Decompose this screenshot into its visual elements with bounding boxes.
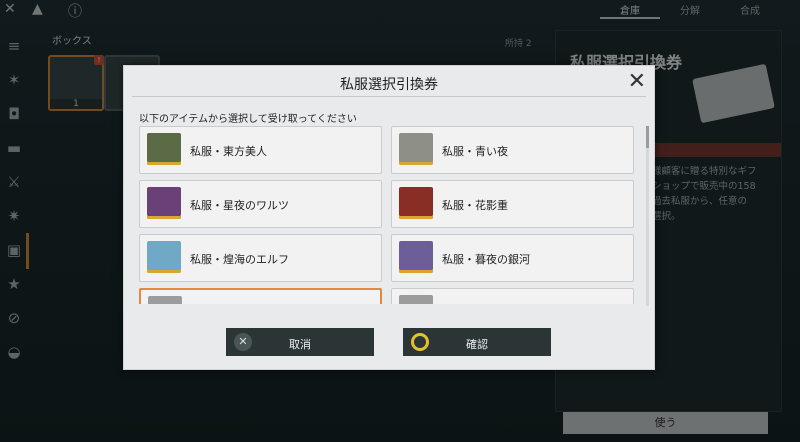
- item-label: 私服・星夜のワルツ: [190, 199, 289, 212]
- scrollbar-thumb[interactable]: [646, 126, 649, 148]
- list-item[interactable]: [391, 288, 634, 304]
- item-label: 私服・煌海のエルフ: [190, 253, 289, 266]
- list-item[interactable]: 私服・星夜のワルツ: [139, 180, 382, 228]
- item-thumbnail: [399, 133, 433, 165]
- item-label: 私服・暮夜の銀河: [442, 253, 530, 266]
- list-item[interactable]: 私服・青い夜: [391, 126, 634, 174]
- item-label: 私服・東方美人: [190, 145, 267, 158]
- item-thumbnail: [147, 187, 181, 219]
- confirm-button[interactable]: 確認: [403, 328, 551, 356]
- confirm-label: 確認: [466, 338, 488, 351]
- item-label: 私服・青い夜: [442, 145, 508, 158]
- item-thumbnail: [399, 295, 433, 304]
- list-item[interactable]: 私服・暮夜の銀河: [391, 234, 634, 282]
- item-thumbnail: [147, 133, 181, 165]
- item-thumbnail: [148, 296, 182, 304]
- list-item[interactable]: 私服・東方美人: [139, 126, 382, 174]
- dialog-title: 私服選択引換券: [340, 77, 438, 93]
- item-thumbnail: [399, 241, 433, 273]
- item-label: 私服・花影重: [442, 199, 508, 212]
- selection-dialog: 私服選択引換券 ✕ 以下のアイテムから選択して受け取ってください 私服・東方美人…: [123, 65, 655, 370]
- item-list: 私服・東方美人 私服・青い夜 私服・星夜のワルツ 私服・花影重 私服・煌海のエル…: [139, 124, 639, 304]
- cancel-label: 取消: [289, 338, 311, 351]
- item-thumbnail: [147, 241, 181, 273]
- list-item-selected[interactable]: [139, 288, 382, 304]
- close-icon[interactable]: ✕: [628, 69, 646, 94]
- scrollbar-track[interactable]: [646, 126, 649, 306]
- dialog-instruction: 以下のアイテムから選択して受け取ってください: [139, 114, 357, 125]
- cancel-button[interactable]: ✕ 取消: [226, 328, 374, 356]
- item-thumbnail: [399, 187, 433, 219]
- list-item[interactable]: 私服・花影重: [391, 180, 634, 228]
- divider: [132, 96, 646, 97]
- list-item[interactable]: 私服・煌海のエルフ: [139, 234, 382, 282]
